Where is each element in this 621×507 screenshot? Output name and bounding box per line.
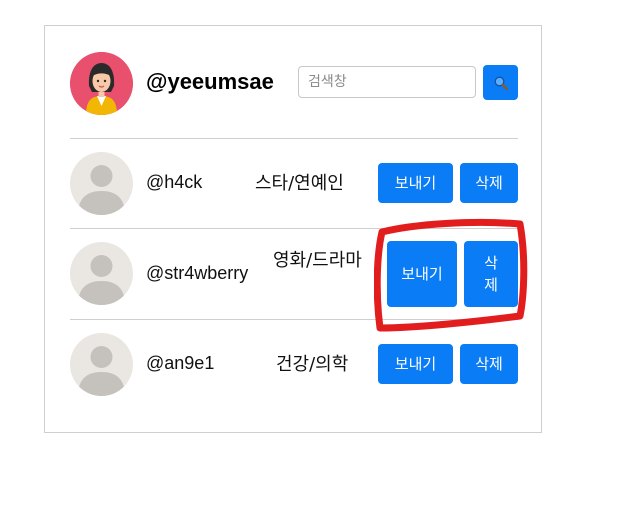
avatar: [70, 333, 133, 396]
user-username: @str4wberry: [146, 263, 249, 283]
profile-avatar: [70, 52, 133, 115]
send-button[interactable]: 보내기: [378, 344, 453, 384]
user-category: 스타/연예인: [255, 173, 344, 194]
send-button[interactable]: 보내기: [378, 163, 453, 203]
user-category: 건강/의학: [276, 354, 349, 375]
profile-username: @yeeumsae: [146, 69, 274, 94]
list-item: @h4ck 스타/연예인 보내기 삭제: [45, 139, 541, 229]
search-button[interactable]: [483, 65, 518, 100]
annotation-highlight: [373, 218, 528, 334]
delete-button[interactable]: 삭제: [460, 344, 518, 384]
user-category: 영화/드라마: [273, 250, 362, 271]
search-icon: [494, 76, 508, 90]
avatar: [70, 152, 133, 215]
header: @yeeumsae: [45, 26, 541, 138]
avatar: [70, 242, 133, 305]
user-username: @h4ck: [146, 172, 203, 192]
user-username: @an9e1: [146, 353, 215, 373]
search-input[interactable]: [298, 66, 476, 98]
delete-button[interactable]: 삭제: [460, 163, 518, 203]
